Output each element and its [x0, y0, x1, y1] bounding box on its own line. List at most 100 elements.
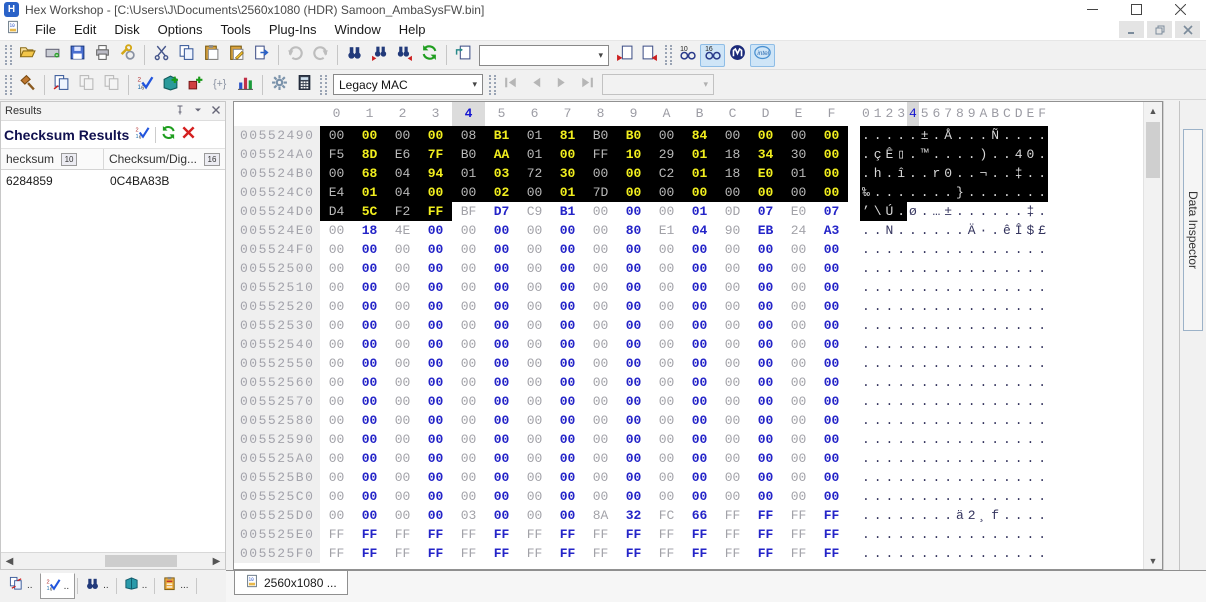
ascii-cell[interactable]: .: [966, 430, 978, 449]
ascii-cell[interactable]: 4: [1013, 145, 1025, 164]
ascii-cell[interactable]: .: [989, 411, 1001, 430]
byte-cell[interactable]: 34: [749, 145, 782, 164]
ascii-cell[interactable]: .: [978, 183, 990, 202]
ascii-cell[interactable]: .: [907, 145, 919, 164]
ascii-cell[interactable]: Ä: [966, 221, 978, 240]
ascii-cell[interactable]: .: [919, 525, 931, 544]
ascii-cell[interactable]: .: [872, 411, 884, 430]
byte-cell[interactable]: B0: [452, 145, 485, 164]
byte-cell[interactable]: 00: [353, 354, 386, 373]
byte-cell[interactable]: 00: [353, 468, 386, 487]
ascii-cell[interactable]: .: [931, 468, 943, 487]
byte-cell[interactable]: 00: [617, 240, 650, 259]
byte-cell[interactable]: 00: [617, 487, 650, 506]
ascii-cell[interactable]: .: [966, 449, 978, 468]
ascii-cell[interactable]: .: [884, 392, 896, 411]
scrollbar-thumb[interactable]: [1146, 122, 1160, 178]
byte-cell[interactable]: 00: [419, 430, 452, 449]
maximize-button[interactable]: [1114, 1, 1158, 19]
byte-cell[interactable]: 00: [518, 468, 551, 487]
ascii-cell[interactable]: .: [966, 145, 978, 164]
byte-cell[interactable]: 00: [419, 240, 452, 259]
byte-cell[interactable]: FF: [320, 525, 353, 544]
ascii-cell[interactable]: N: [884, 221, 896, 240]
byte-cell[interactable]: 8D: [353, 145, 386, 164]
hex-view-button[interactable]: 16: [700, 44, 725, 67]
goto-button[interactable]: [451, 44, 476, 67]
mdi-minimize-button[interactable]: [1119, 21, 1144, 38]
byte-cell[interactable]: 01: [551, 183, 584, 202]
byte-cell[interactable]: 00: [584, 430, 617, 449]
ascii-cell[interactable]: .: [1013, 183, 1025, 202]
ascii-cell[interactable]: 0: [1025, 145, 1037, 164]
mdi-close-button[interactable]: [1175, 21, 1200, 38]
ascii-cell[interactable]: .: [907, 411, 919, 430]
byte-cell[interactable]: 00: [551, 221, 584, 240]
byte-cell[interactable]: 00: [683, 259, 716, 278]
goto-forward-button[interactable]: [637, 44, 662, 67]
menu-window[interactable]: Window: [326, 22, 390, 37]
copy-as-disabled-button[interactable]: [99, 73, 124, 96]
ascii-cell[interactable]: .: [872, 392, 884, 411]
ascii-cell[interactable]: .: [872, 468, 884, 487]
byte-cell[interactable]: 00: [452, 354, 485, 373]
byte-cell[interactable]: 00: [485, 468, 518, 487]
byte-cell[interactable]: 00: [683, 354, 716, 373]
statistics-button[interactable]: [233, 73, 258, 96]
byte-cell[interactable]: 01: [518, 126, 551, 145]
byte-cell[interactable]: 00: [617, 202, 650, 221]
ascii-cell[interactable]: .: [872, 430, 884, 449]
ascii-cell[interactable]: .: [919, 278, 931, 297]
byte-cell[interactable]: 00: [386, 259, 419, 278]
byte-cell[interactable]: 00: [782, 297, 815, 316]
ascii-cell[interactable]: .: [1013, 544, 1025, 563]
ascii-cell[interactable]: .: [872, 544, 884, 563]
document-tab[interactable]: 10 2560x1080 ...: [234, 571, 348, 595]
byte-cell[interactable]: 00: [353, 392, 386, 411]
byte-cell[interactable]: 00: [650, 430, 683, 449]
byte-cell[interactable]: 00: [518, 373, 551, 392]
toolbar-drag-handle[interactable]: [5, 75, 12, 95]
byte-cell[interactable]: 00: [419, 316, 452, 335]
byte-cell[interactable]: 00: [584, 354, 617, 373]
byte-cell[interactable]: 00: [320, 278, 353, 297]
ascii-cell[interactable]: .: [942, 335, 954, 354]
byte-cell[interactable]: 00: [386, 411, 419, 430]
ascii-cell[interactable]: .: [954, 126, 966, 145]
byte-cell[interactable]: 00: [683, 335, 716, 354]
goto-back-button[interactable]: [612, 44, 637, 67]
ascii-cell[interactable]: .: [860, 506, 872, 525]
byte-cell[interactable]: FF: [419, 525, 452, 544]
ascii-cell[interactable]: .: [1036, 487, 1048, 506]
byte-cell[interactable]: FF: [452, 525, 485, 544]
ascii-cell[interactable]: .: [907, 316, 919, 335]
byte-cell[interactable]: 00: [650, 373, 683, 392]
ascii-cell[interactable]: .: [931, 430, 943, 449]
byte-cell[interactable]: 00: [716, 316, 749, 335]
byte-cell[interactable]: 00: [782, 335, 815, 354]
ascii-cell[interactable]: .: [919, 164, 931, 183]
byte-cell[interactable]: 00: [584, 373, 617, 392]
ascii-cell[interactable]: .: [954, 373, 966, 392]
byte-cell[interactable]: 29: [650, 145, 683, 164]
byte-cell[interactable]: 00: [782, 373, 815, 392]
find-button[interactable]: [342, 44, 367, 67]
byte-cell[interactable]: 00: [452, 411, 485, 430]
byte-cell[interactable]: FF: [617, 525, 650, 544]
byte-cell[interactable]: 04: [386, 183, 419, 202]
byte-cell[interactable]: 00: [617, 259, 650, 278]
ascii-cell[interactable]: .: [907, 240, 919, 259]
ascii-cell[interactable]: .: [1025, 506, 1037, 525]
byte-cell[interactable]: 00: [452, 259, 485, 278]
byte-cell[interactable]: 00: [419, 392, 452, 411]
ascii-cell[interactable]: .: [989, 202, 1001, 221]
toolbar-drag-handle[interactable]: [320, 75, 327, 95]
byte-cell[interactable]: 01: [683, 145, 716, 164]
byte-cell[interactable]: 18: [716, 145, 749, 164]
byte-cell[interactable]: 00: [320, 297, 353, 316]
byte-cell[interactable]: FF: [683, 525, 716, 544]
ascii-cell[interactable]: .: [978, 278, 990, 297]
ascii-cell[interactable]: .: [954, 449, 966, 468]
byte-cell[interactable]: 00: [551, 392, 584, 411]
byte-cell[interactable]: 00: [815, 392, 848, 411]
